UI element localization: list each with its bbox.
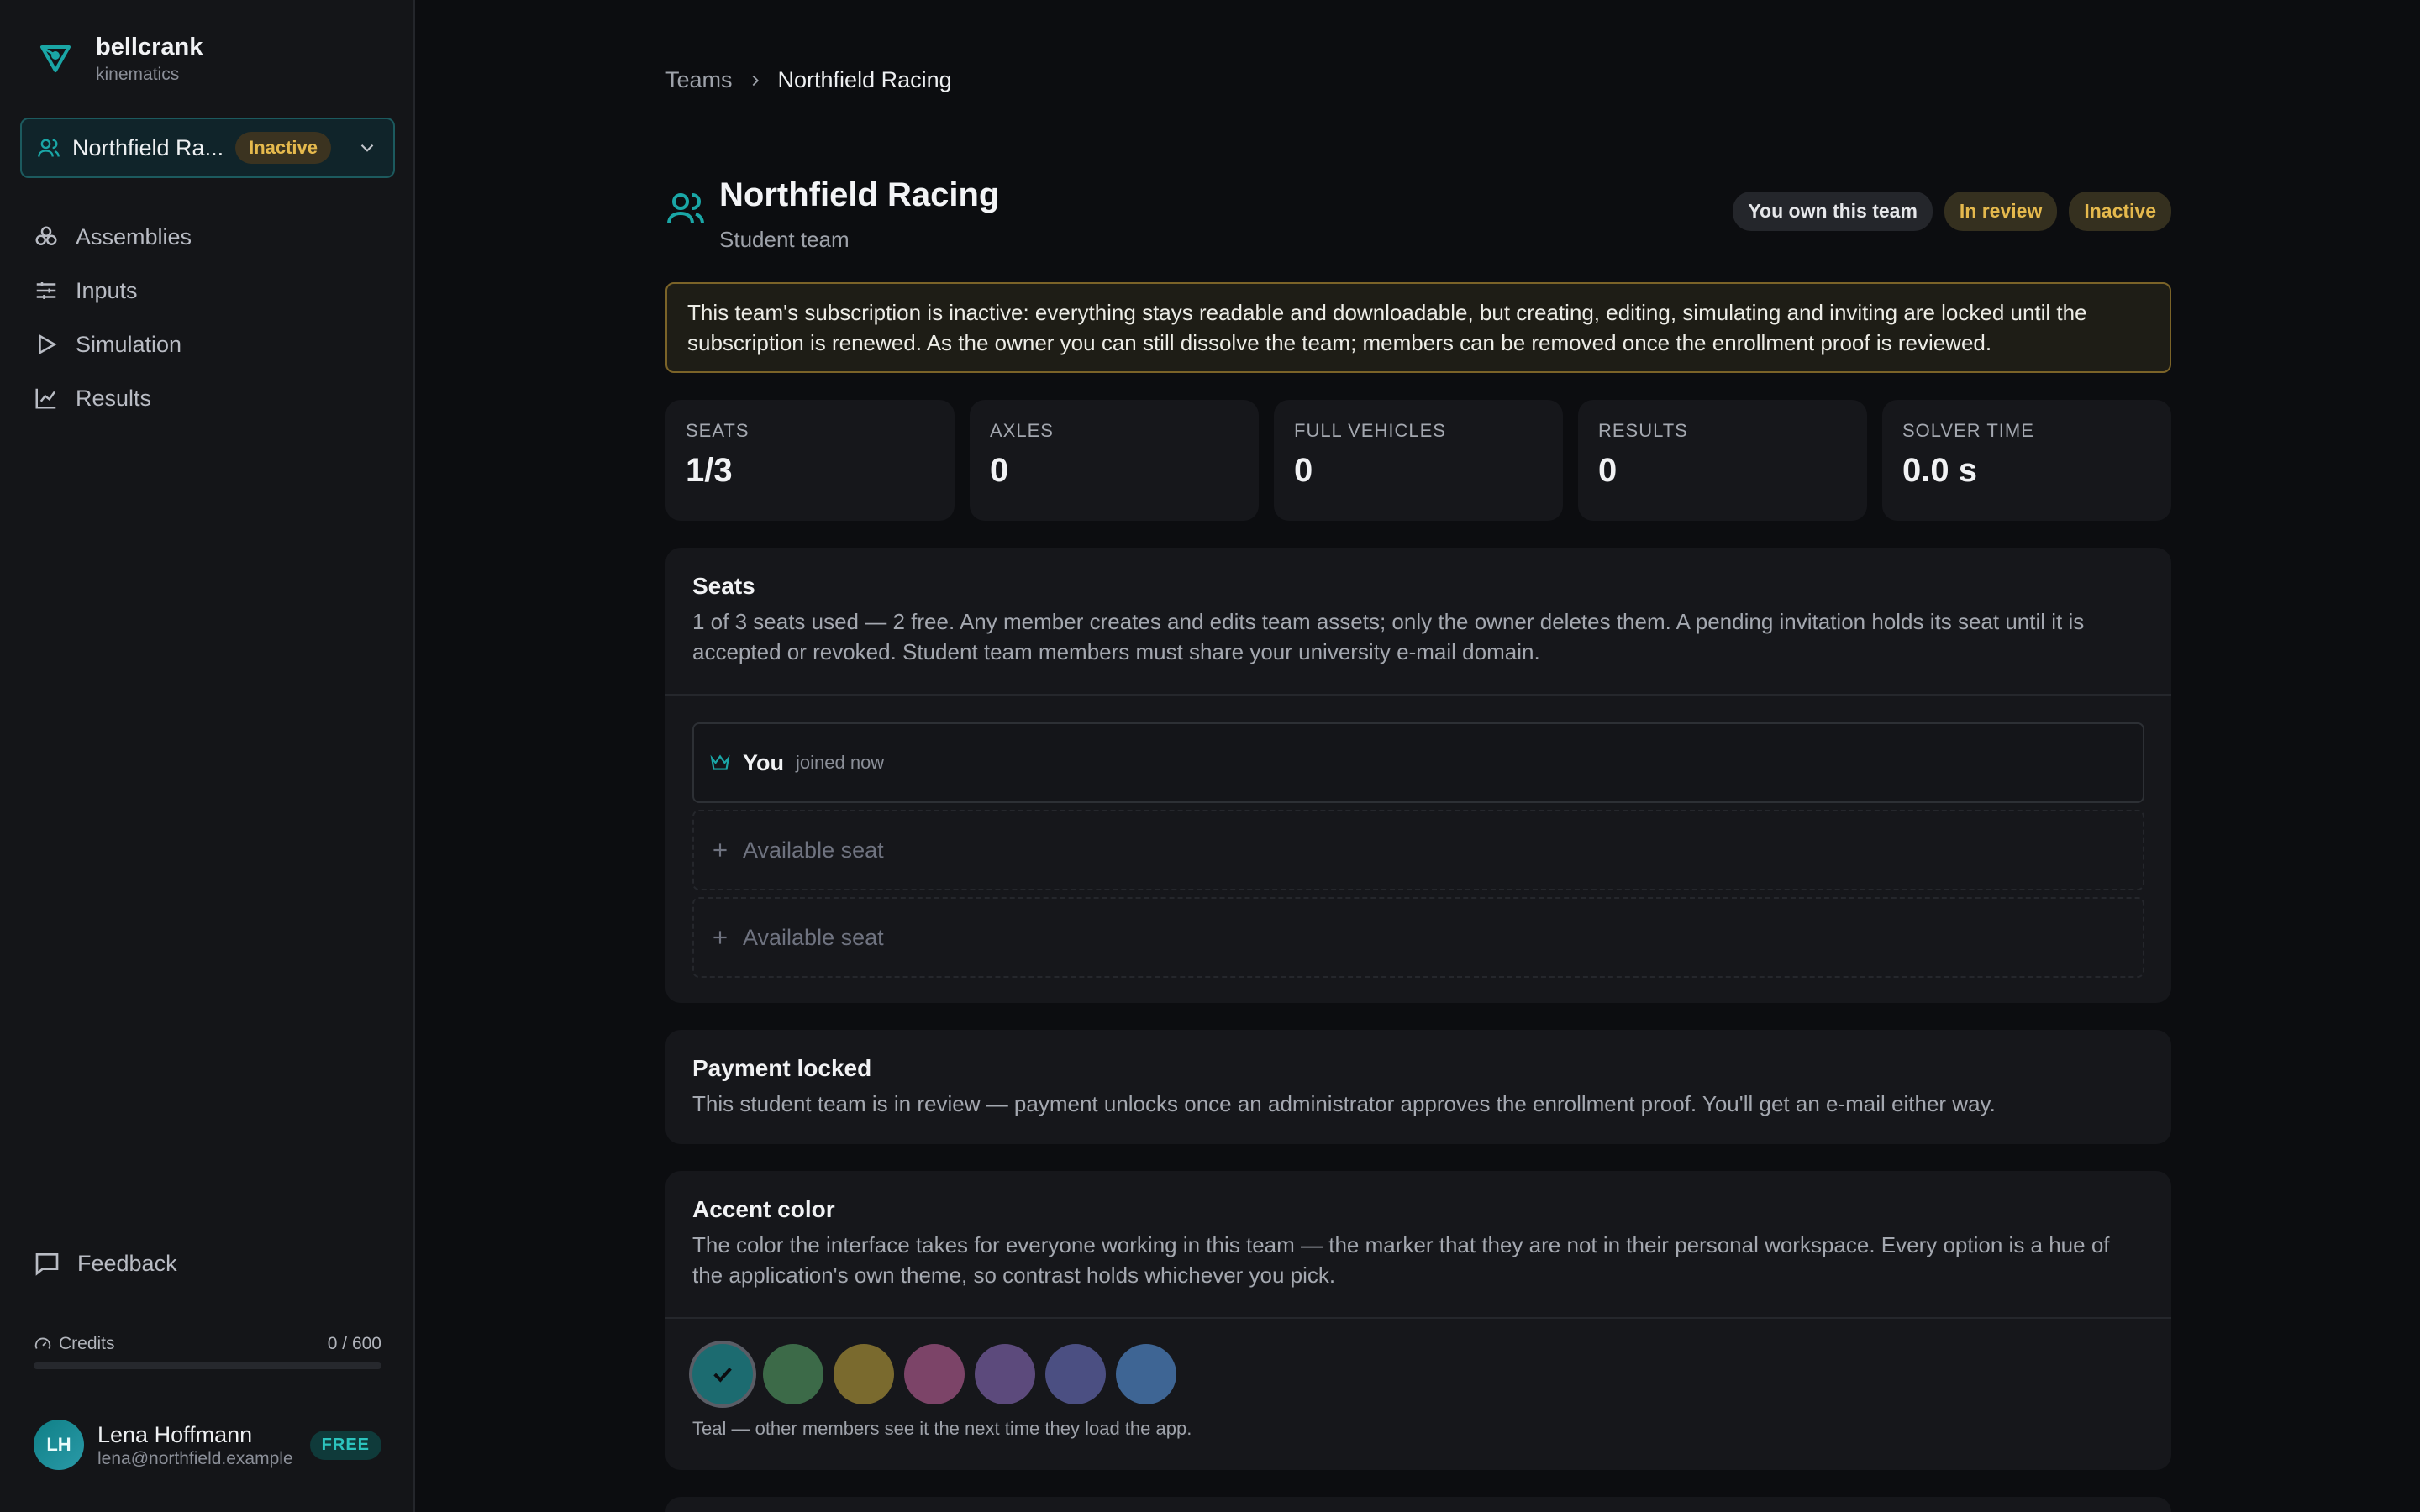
stat-label: RESULTS: [1598, 420, 1688, 441]
sidebar: bellcrank kinematics Northfield Ra... In…: [0, 0, 415, 1512]
nav-label: Inputs: [76, 277, 138, 303]
accent-note: Teal — other members see it the next tim…: [692, 1418, 1192, 1439]
nav-label: Simulation: [76, 331, 182, 357]
main-nav: Assemblies Inputs Simulation Results: [34, 210, 192, 425]
check-icon: [713, 1367, 732, 1383]
crown-icon: [710, 754, 730, 770]
brand-name: bellcrank: [96, 34, 203, 60]
stat-value: 0: [1294, 452, 1313, 489]
stat-axles: AXLES 0: [970, 400, 1259, 521]
nav-label: Results: [76, 385, 152, 411]
nav-item-assemblies[interactable]: Assemblies: [34, 210, 192, 264]
seat-available-label: Available seat: [743, 924, 884, 950]
owner-badge: You own this team: [1733, 192, 1933, 231]
next-card: [666, 1497, 2171, 1512]
seat-member-name: You: [743, 749, 784, 775]
stat-full-vehicles: FULL VEHICLES 0: [1274, 400, 1563, 521]
plan-badge: FREE: [309, 1430, 381, 1460]
credits-meter: Credits 0 / 600: [34, 1334, 381, 1369]
accent-description: The color the interface takes for everyo…: [692, 1232, 2110, 1288]
team-switcher-name: Northfield Ra...: [72, 134, 224, 160]
color-swatch[interactable]: [763, 1344, 823, 1404]
nav-item-simulation[interactable]: Simulation: [34, 318, 192, 371]
seat-available-label: Available seat: [743, 837, 884, 863]
message-icon: [35, 1253, 59, 1276]
gauge-icon: [34, 1337, 51, 1349]
inactive-badge: Inactive: [2069, 192, 2171, 231]
feedback-link[interactable]: Feedback: [34, 1250, 177, 1277]
stats-row: SEATS 1/3 AXLES 0 FULL VEHICLES 0 RESULT…: [666, 400, 2171, 521]
color-swatch[interactable]: [1116, 1344, 1176, 1404]
payment-description: This student team is in review — payment…: [692, 1091, 1996, 1116]
user-profile[interactable]: LH Lena Hoffmann lena@northfield.example…: [34, 1420, 381, 1470]
brand-subtitle: kinematics: [96, 65, 180, 84]
plus-icon: [713, 843, 727, 857]
color-swatch[interactable]: [834, 1344, 894, 1404]
nav-item-inputs[interactable]: Inputs: [34, 264, 192, 318]
payment-card: Payment locked This student team is in r…: [666, 1030, 2171, 1144]
status-tags: You own this team In review Inactive: [1733, 192, 2171, 231]
bellcrank-logo-icon: [40, 45, 71, 72]
review-badge: In review: [1944, 192, 2058, 231]
nav-item-results[interactable]: Results: [34, 371, 192, 425]
assemblies-icon: [35, 226, 57, 245]
stat-label: SEATS: [686, 420, 750, 441]
chart-icon: [35, 388, 56, 409]
seat-joined: joined now: [796, 752, 885, 773]
seats-title: Seats: [692, 573, 755, 599]
color-swatch[interactable]: [904, 1344, 965, 1404]
stat-value: 1/3: [686, 452, 733, 489]
team-switcher[interactable]: Northfield Ra... Inactive: [20, 118, 395, 178]
seat-available[interactable]: Available seat: [692, 810, 2144, 890]
payment-title: Payment locked: [692, 1055, 872, 1081]
stat-value: 0: [1598, 452, 1618, 489]
stat-seats: SEATS 1/3: [666, 400, 955, 521]
stat-label: FULL VEHICLES: [1294, 420, 1446, 441]
feedback-label: Feedback: [77, 1250, 177, 1276]
avatar: LH: [34, 1420, 84, 1470]
seats-card: Seats 1 of 3 seats used — 2 free. Any me…: [666, 548, 2171, 1003]
users-icon: [667, 193, 704, 224]
stat-label: AXLES: [990, 420, 1054, 441]
stat-results: RESULTS 0: [1578, 400, 1867, 521]
credits-label: Credits: [59, 1334, 115, 1353]
nav-label: Assemblies: [76, 223, 192, 249]
sliders-icon: [36, 282, 56, 299]
credits-bar: [34, 1362, 381, 1369]
seat-owner: You joined now: [692, 722, 2144, 803]
page-title: Northfield Racing: [719, 176, 1000, 213]
page-subtitle: Student team: [719, 227, 850, 252]
color-swatch[interactable]: [1045, 1344, 1106, 1404]
stat-solver-time: SOLVER TIME 0.0 s: [1882, 400, 2171, 521]
seat-available[interactable]: Available seat: [692, 897, 2144, 978]
subscription-warning: This team's subscription is inactive: ev…: [666, 282, 2171, 373]
stat-label: SOLVER TIME: [1902, 420, 2034, 441]
chevron-down-icon: [360, 144, 374, 152]
accent-color-card: Accent color The color the interface tak…: [666, 1171, 2171, 1470]
credits-value: 0 / 600: [327, 1334, 381, 1353]
user-name: Lena Hoffmann: [97, 1422, 253, 1447]
play-icon: [39, 333, 57, 355]
accent-title: Accent color: [692, 1196, 835, 1222]
color-swatch[interactable]: [975, 1344, 1035, 1404]
breadcrumb-current: Northfield Racing: [777, 67, 952, 92]
breadcrumb: Teams Northfield Racing: [666, 67, 952, 93]
color-swatches: [666, 1319, 2171, 1404]
seat-list: You joined now Available seat Available …: [666, 696, 2171, 1011]
users-icon: [38, 139, 60, 157]
team-status-badge: Inactive: [235, 132, 332, 164]
stat-value: 0: [990, 452, 1009, 489]
stat-value: 0.0 s: [1902, 452, 1977, 489]
brand[interactable]: bellcrank kinematics: [37, 30, 203, 86]
seats-description: 1 of 3 seats used — 2 free. Any member c…: [692, 609, 2085, 664]
breadcrumb-teams[interactable]: Teams: [666, 67, 733, 93]
team-header: Northfield Racing Student team You own t…: [666, 176, 2171, 257]
color-swatch[interactable]: [692, 1344, 753, 1404]
user-email: lena@northfield.example: [97, 1449, 293, 1468]
plus-icon: [713, 931, 727, 944]
chevron-right-icon: [752, 75, 759, 86]
